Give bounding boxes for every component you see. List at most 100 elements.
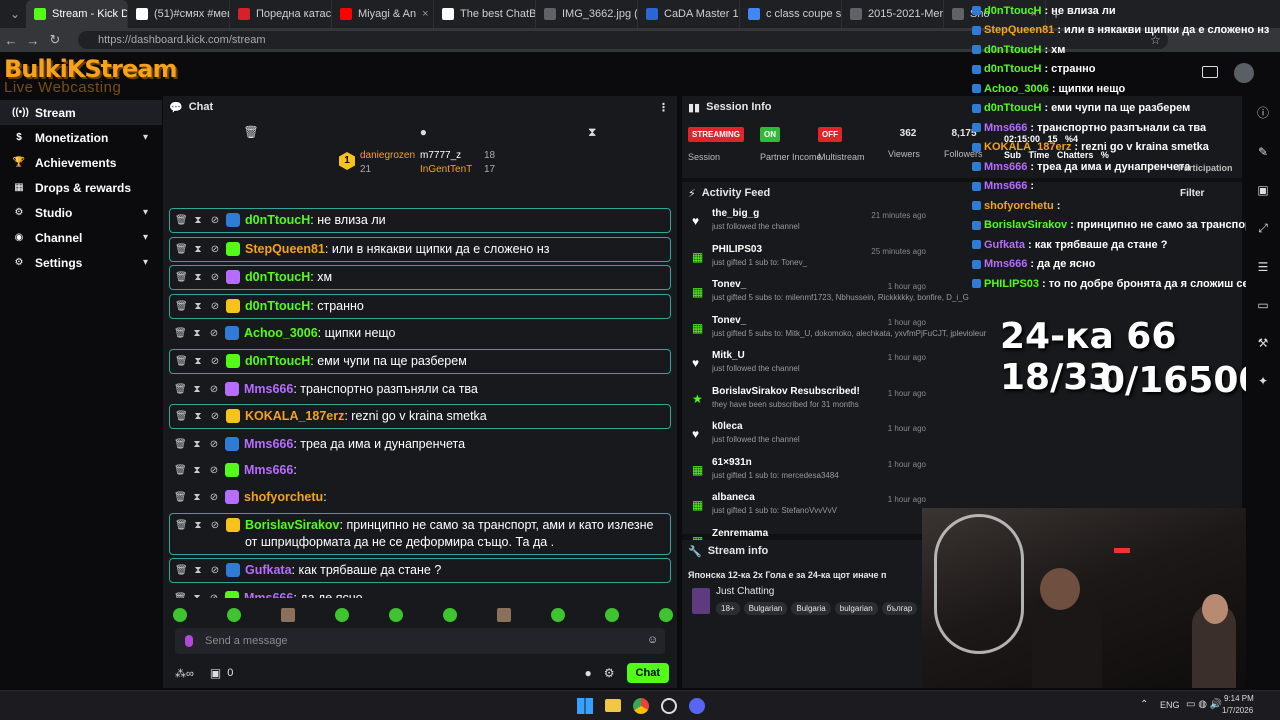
- chat-username[interactable]: KOKALA_187erz: [245, 409, 344, 423]
- chat-message[interactable]: 🗑 ⧗ ⊘ d0nTtoucH: странно: [169, 293, 671, 319]
- timeout-icon[interactable]: ⧗: [192, 562, 204, 579]
- emote-icon[interactable]: [551, 608, 565, 622]
- chat-icon[interactable]: ▭: [1257, 298, 1268, 312]
- sidebar-item-channel[interactable]: ◉ Channel ▾: [0, 225, 162, 250]
- filter-button[interactable]: Filter: [1180, 188, 1204, 199]
- delete-message-icon[interactable]: 🗑: [174, 381, 187, 398]
- browser-tab[interactable]: 2015-2021-Merc×: [842, 0, 944, 28]
- expand-icon[interactable]: ⤢: [1258, 221, 1268, 236]
- timeout-icon[interactable]: ⧗: [191, 381, 203, 398]
- delete-message-icon[interactable]: 🗑: [174, 590, 187, 598]
- chat-message-list[interactable]: 🗑 ⧗ ⊘ d0nTtoucH: не влиза ли 🗑 ⧗ ⊘ StepQueen81:…: [169, 208, 671, 598]
- timeout-icon[interactable]: ⧗: [192, 353, 204, 370]
- stream-title[interactable]: Японска 12-ка 2х Гола е за 24-ка щот ина…: [688, 570, 922, 580]
- emote-icon[interactable]: [227, 608, 241, 622]
- ban-icon[interactable]: ⊘: [209, 269, 221, 286]
- sidebar-item-settings[interactable]: ⚙ Settings ▾: [0, 250, 162, 275]
- chat-message[interactable]: 🗑 ⧗ ⊘ shofyorchetu:: [169, 486, 671, 509]
- ban-icon[interactable]: ⊘: [208, 325, 220, 342]
- ban-icon[interactable]: ⊘: [208, 590, 220, 598]
- browser-tab[interactable]: CaDA Master 1:8×: [638, 0, 740, 28]
- chat-username[interactable]: Achoo_3006: [244, 326, 318, 340]
- tools-icon[interactable]: ⚒: [1258, 336, 1269, 350]
- camera-icon[interactable]: ▣: [1257, 183, 1268, 197]
- timeout-icon[interactable]: ⧗: [191, 325, 203, 342]
- obs-icon[interactable]: [661, 698, 677, 714]
- delete-message-icon[interactable]: 🗑: [175, 562, 188, 579]
- chat-message[interactable]: 🗑 ⧗ ⊘ Achoo_3006: щипки нещо: [169, 322, 671, 345]
- chat-message[interactable]: 🗑 ⧗ ⊘ Mms666:: [169, 459, 671, 482]
- clock-time[interactable]: 9:14 PM: [1224, 694, 1254, 703]
- browser-tab[interactable]: Stream - Kick Da×: [26, 0, 128, 28]
- hourglass-icon[interactable]: ⧗: [588, 125, 596, 140]
- chat-message[interactable]: 🗑 ⧗ ⊘ StepQueen81: или в някакви щипки да е…: [169, 236, 671, 262]
- ban-icon[interactable]: ⊘: [209, 562, 221, 579]
- ban-icon[interactable]: ⊘: [209, 517, 221, 534]
- emote-icon[interactable]: [443, 608, 457, 622]
- sidebar-item-studio[interactable]: ⚙ Studio ▾: [0, 200, 162, 225]
- trash-icon[interactable]: 🗑: [244, 125, 259, 139]
- delete-message-icon[interactable]: 🗑: [175, 353, 188, 370]
- chat-message[interactable]: 🗑 ⧗ ⊘ Mms666: транспортно разпъняли са тва: [169, 378, 671, 401]
- chat-menu-icon[interactable]: ⋮: [658, 101, 669, 114]
- sidebar-item-drops-rewards[interactable]: ▦ Drops & rewards: [0, 175, 162, 200]
- chat-input[interactable]: Send a message: [175, 628, 665, 654]
- ban-icon[interactable]: ⊘: [209, 353, 221, 370]
- gifter-name[interactable]: m7777_z: [420, 150, 461, 161]
- chevron-down-icon[interactable]: ▾: [143, 257, 148, 268]
- clock-date[interactable]: 1/7/2026: [1222, 706, 1253, 715]
- timeout-icon[interactable]: ⧗: [192, 298, 204, 315]
- timeout-icon[interactable]: ⧗: [192, 241, 204, 258]
- emote-icon[interactable]: [389, 608, 403, 622]
- browser-tab[interactable]: c class coupe sp×: [740, 0, 842, 28]
- emoji-icon[interactable]: ☺: [647, 634, 658, 646]
- start-icon[interactable]: [577, 698, 593, 714]
- chat-message[interactable]: 🗑 ⧗ ⊘ Gufkata: как трябваше да стане ?: [169, 558, 671, 584]
- mic-icon[interactable]: [185, 635, 193, 647]
- delete-message-icon[interactable]: 🗑: [174, 462, 187, 479]
- chat-message[interactable]: 🗑 ⧗ ⊘ d0nTtoucH: хм: [169, 265, 671, 291]
- emote-icon[interactable]: [659, 608, 673, 622]
- tray-chevron-icon[interactable]: ⌃: [1140, 699, 1148, 710]
- activity-item[interactable]: ▦ 61×931n just gifted 1 sub to: mercedesa3…: [682, 457, 1242, 491]
- chat-username[interactable]: Gufkata: [245, 563, 292, 577]
- chat-username[interactable]: Mms666: [244, 437, 293, 451]
- stream-tag[interactable]: bulgarian: [834, 602, 878, 615]
- timeout-icon[interactable]: ⧗: [191, 462, 203, 479]
- gifter-name[interactable]: InGentTenT: [420, 164, 472, 175]
- sidebar-item-monetization[interactable]: $ Monetization ▾: [0, 125, 162, 150]
- chat-username[interactable]: d0nTtoucH: [245, 270, 310, 284]
- sidebar-item-achievements[interactable]: 🏆 Achievements: [0, 150, 162, 175]
- chat-bubble-icon[interactable]: ●: [585, 666, 592, 680]
- pencil-icon[interactable]: ✎: [1258, 145, 1268, 159]
- timeout-icon[interactable]: ⧗: [191, 436, 203, 453]
- chat-username[interactable]: shofyorchetu: [244, 490, 323, 504]
- chat-message[interactable]: 🗑 ⧗ ⊘ d0nTtoucH: не влиза ли: [169, 208, 671, 233]
- file-explorer-icon[interactable]: [605, 699, 621, 712]
- profile-avatar[interactable]: [1234, 63, 1254, 83]
- stream-tag[interactable]: Bulgarian: [743, 602, 788, 615]
- emote-icon[interactable]: [497, 608, 511, 622]
- gear-icon[interactable]: ⚙: [604, 666, 615, 680]
- chat-username[interactable]: d0nTtoucH: [245, 299, 310, 313]
- display-icon[interactable]: [1202, 66, 1218, 78]
- delete-message-icon[interactable]: 🗑: [174, 489, 187, 506]
- forward-icon[interactable]: →: [22, 33, 44, 48]
- browser-tab[interactable]: (51)#смях #меш×: [128, 0, 230, 28]
- timeout-icon[interactable]: ⧗: [192, 408, 204, 425]
- delete-message-icon[interactable]: 🗑: [175, 298, 188, 315]
- category-thumbnail[interactable]: [692, 587, 710, 614]
- puzzle-icon[interactable]: ✦: [1258, 374, 1268, 388]
- chat-username[interactable]: BorislavSirakov: [245, 518, 340, 532]
- info-icon[interactable]: ⓘ: [1257, 104, 1269, 121]
- network-icon[interactable]: ▭ ◍ 🔊: [1186, 699, 1222, 710]
- reload-icon[interactable]: ↻: [44, 32, 66, 48]
- ban-icon[interactable]: ⊘: [209, 241, 221, 258]
- emote-icon[interactable]: [605, 608, 619, 622]
- emote-icon[interactable]: [335, 608, 349, 622]
- delete-message-icon[interactable]: 🗑: [174, 436, 187, 453]
- timeout-icon[interactable]: ⧗: [192, 517, 204, 534]
- back-icon[interactable]: ←: [0, 33, 22, 48]
- chevron-down-icon[interactable]: ▾: [143, 207, 148, 218]
- points-icon[interactable]: ⁂∞: [175, 667, 194, 680]
